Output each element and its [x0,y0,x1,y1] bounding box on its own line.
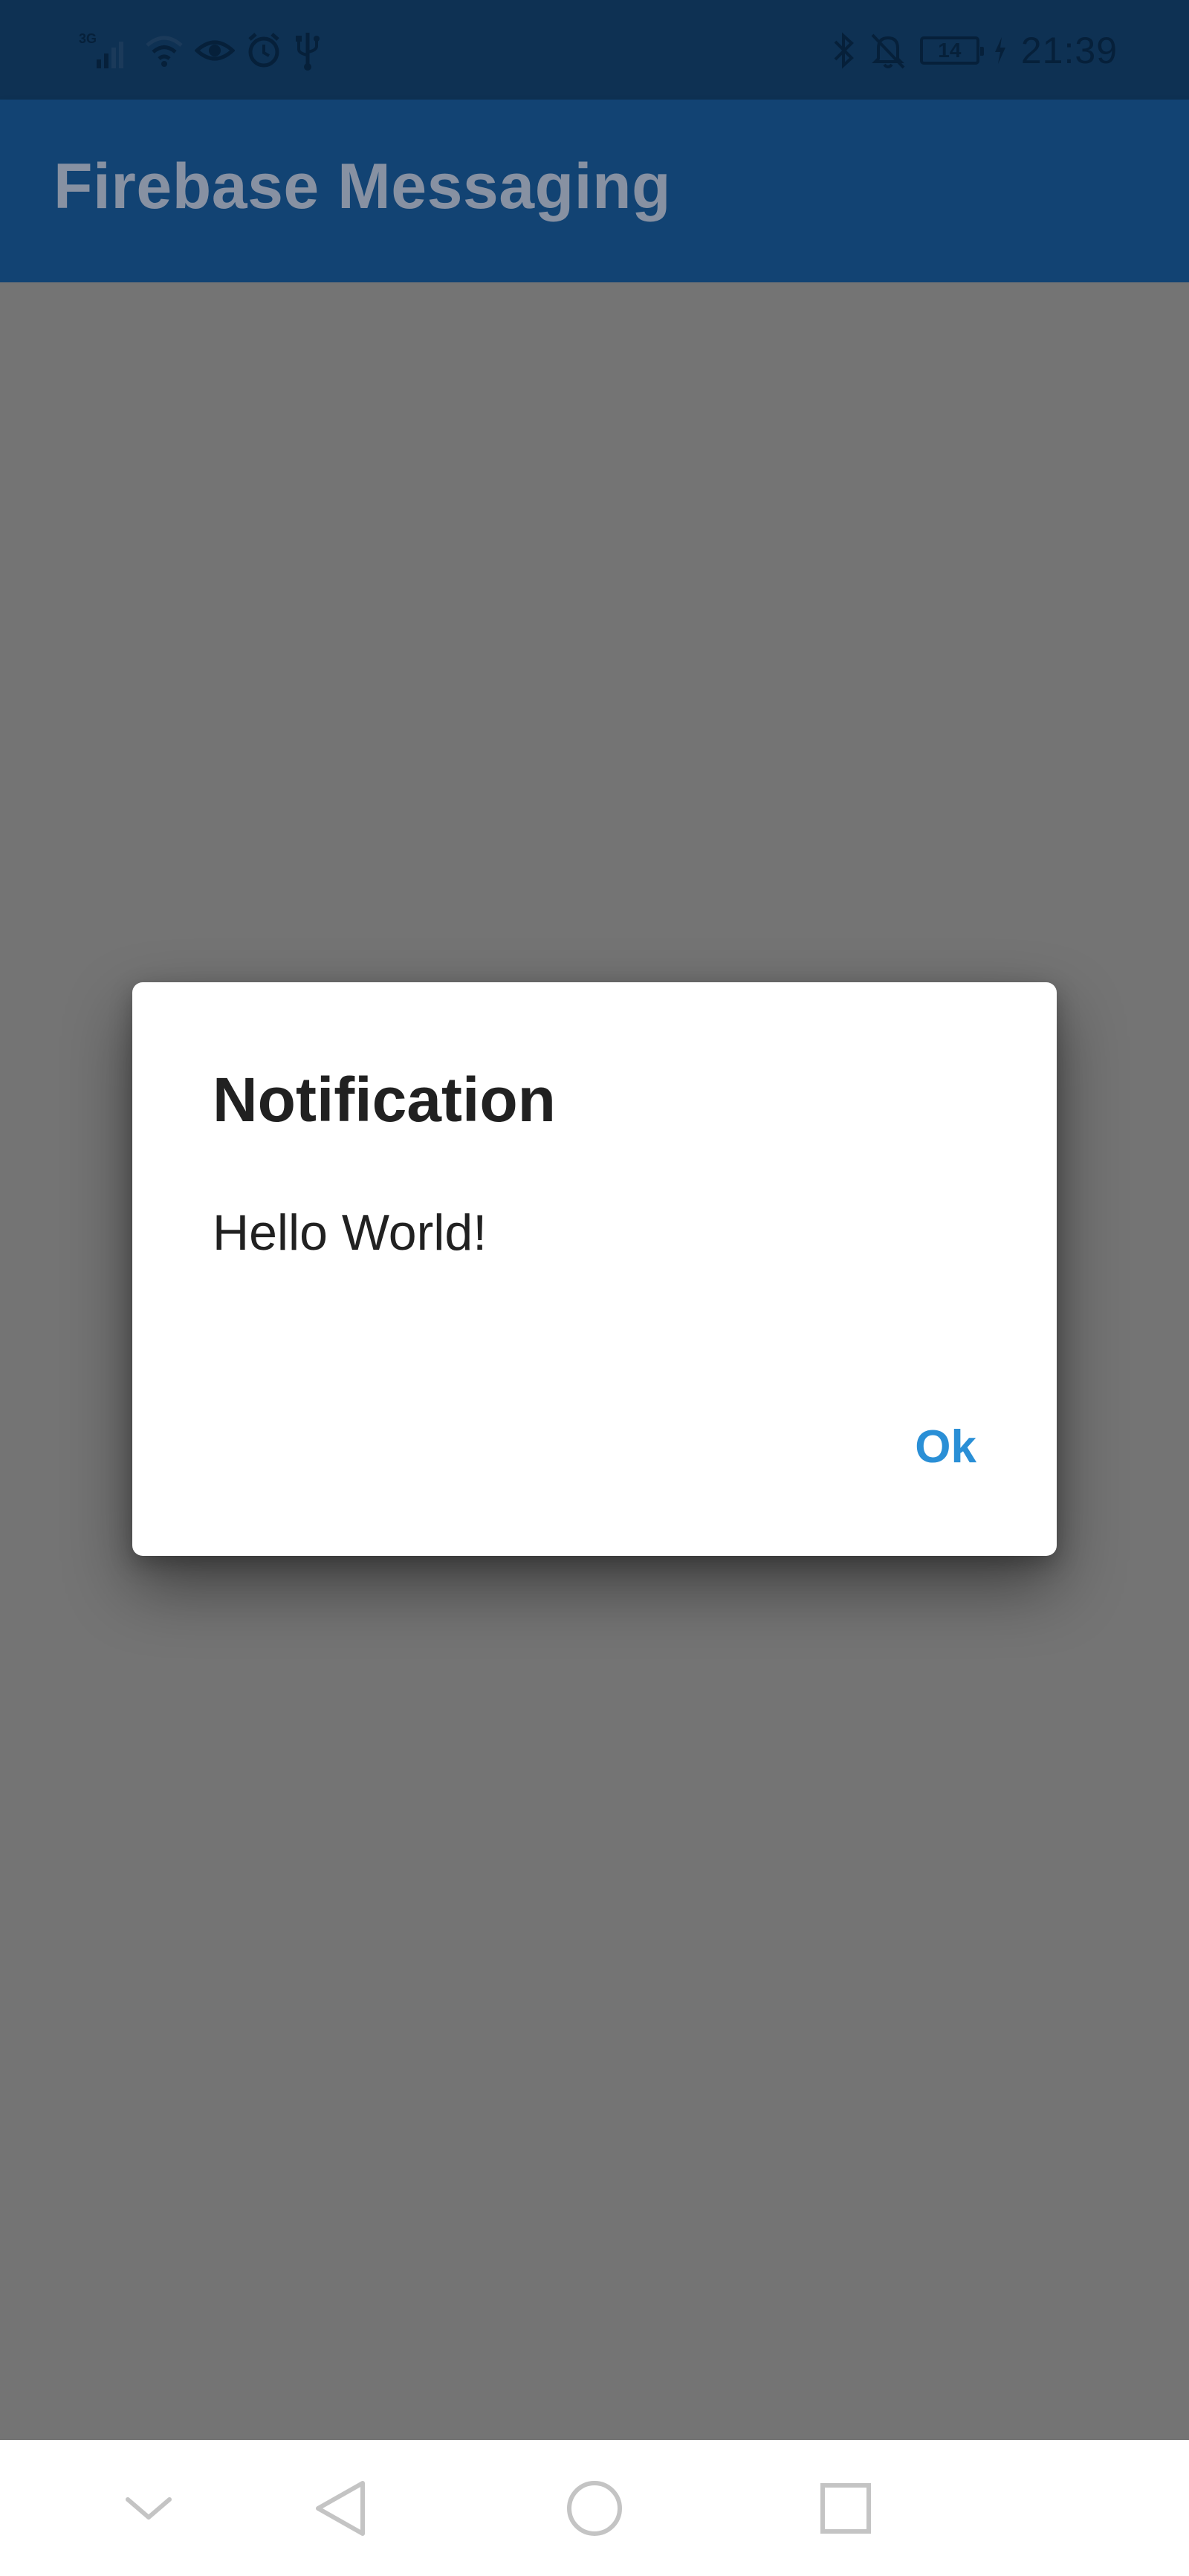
signal-icon: 3G [77,30,134,71]
app-title: Firebase Messaging [54,151,672,222]
dialog-message: Hello World! [213,1204,487,1261]
status-bar-right: 14 21:39 [832,27,1118,74]
back-button[interactable] [303,2471,378,2546]
notification-dialog: Notification Hello World! Ok [132,982,1057,1556]
app-bar: Firebase Messaging [0,100,1189,282]
navigation-bar [0,2440,1189,2576]
status-bar: 3G 14 21:39 [0,0,1189,100]
svg-text:3G: 3G [79,31,97,46]
status-bar-left: 3G [77,27,323,74]
usb-icon [293,30,323,71]
wifi-icon [144,32,184,69]
recents-button[interactable] [809,2471,883,2546]
alarm-icon [245,32,282,69]
home-icon [565,2479,624,2538]
ok-button[interactable]: Ok [915,1421,976,1473]
recents-icon [819,2482,872,2535]
back-icon [312,2479,369,2538]
home-button[interactable] [557,2471,632,2546]
status-time: 21:39 [1020,30,1118,71]
charging-icon [993,36,1008,65]
notifications-off-icon [869,30,907,71]
battery-level: 14 [938,39,962,62]
dialog-title: Notification [213,1065,556,1135]
battery-icon: 14 [919,36,984,65]
bluetooth-icon [832,30,856,71]
hide-keyboard-button[interactable] [111,2471,186,2546]
eye-icon [195,34,235,67]
hide-keyboard-icon [125,2494,172,2523]
